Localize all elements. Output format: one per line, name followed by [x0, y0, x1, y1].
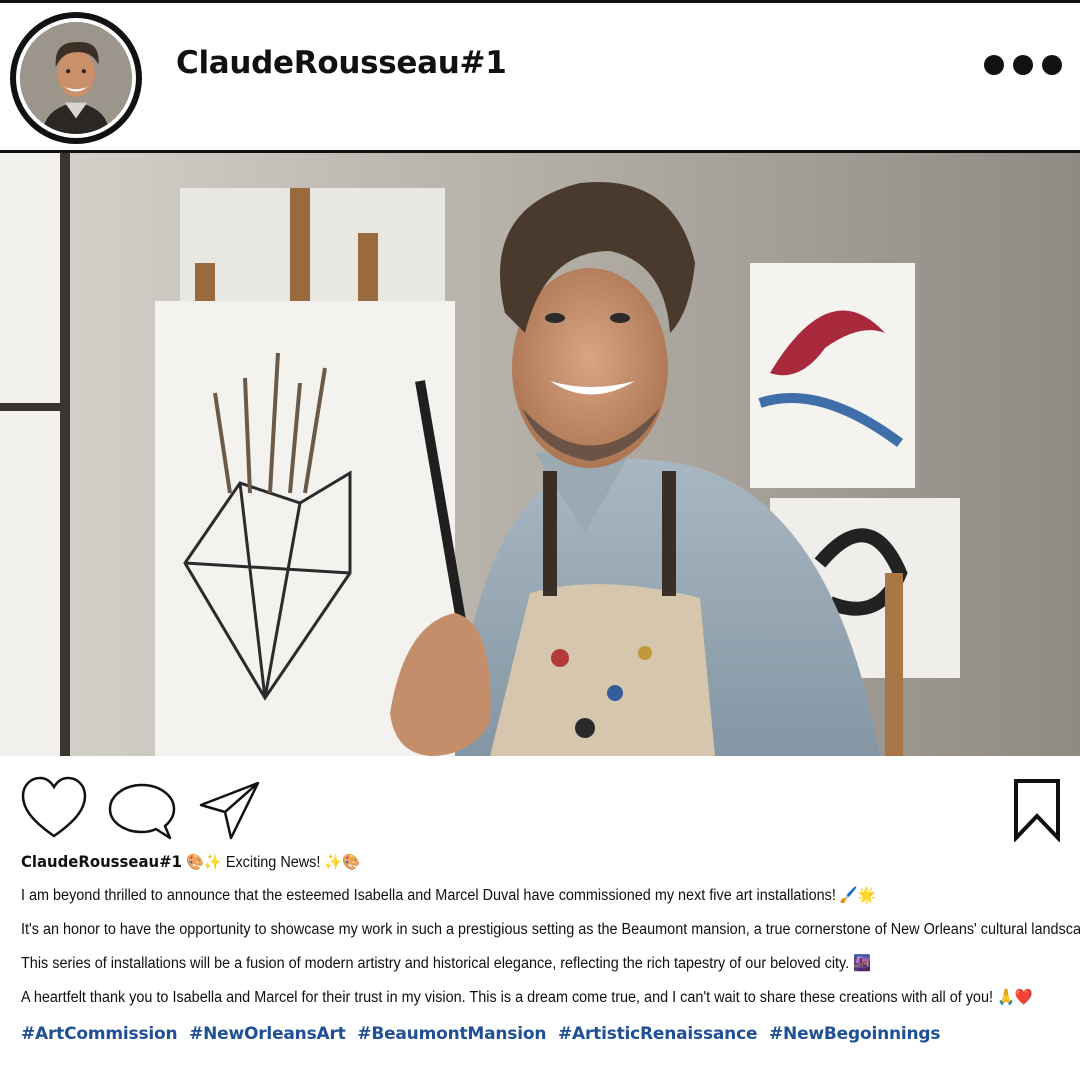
social-post: ClaudeRousseau#1 ClaudeRousseau#1 🎨✨ Exc… [0, 0, 1080, 1080]
post-header: ClaudeRousseau#1 [0, 3, 1080, 151]
hashtag-link[interactable]: #BeaumontMansion [357, 1024, 546, 1044]
post-image[interactable] [0, 153, 1080, 756]
avatar[interactable] [10, 12, 142, 144]
more-horizontal-icon[interactable] [984, 53, 1062, 77]
caption-line: This series of installations will be a f… [21, 955, 872, 972]
hashtag-link[interactable]: #ArtCommission [21, 1024, 178, 1044]
send-icon[interactable] [198, 780, 262, 842]
hashtag-link[interactable]: #NewBegoinnings [769, 1024, 940, 1044]
action-bar [0, 776, 1080, 846]
hashtag-link[interactable]: #NewOrleansArt [189, 1024, 346, 1044]
post-username[interactable]: ClaudeRousseau#1 [176, 45, 507, 81]
caption-headline: 🎨✨ Exciting News! ✨🎨 [185, 854, 361, 871]
caption-line: I am beyond thrilled to announce that th… [21, 887, 876, 904]
hashtag-list: #ArtCommission #NewOrleansArt #BeaumontM… [21, 1022, 1061, 1052]
caption-line: A heartfelt thank you to Isabella and Ma… [21, 989, 1033, 1006]
heart-icon[interactable] [21, 776, 87, 840]
hashtag-link[interactable]: #ArtisticRenaissance [558, 1024, 758, 1044]
comment-icon[interactable] [107, 782, 177, 842]
caption-line: It's an honor to have the opportunity to… [21, 921, 1080, 938]
artist-portrait-image [0, 153, 1080, 756]
caption-username[interactable]: ClaudeRousseau#1 [21, 852, 182, 871]
bookmark-icon[interactable] [1013, 778, 1061, 842]
caption-headline-row: ClaudeRousseau#1 🎨✨ Exciting News! ✨🎨 [21, 852, 988, 886]
post-caption: ClaudeRousseau#1 🎨✨ Exciting News! ✨🎨 I … [21, 852, 1080, 1052]
avatar-portrait-icon [20, 22, 132, 134]
